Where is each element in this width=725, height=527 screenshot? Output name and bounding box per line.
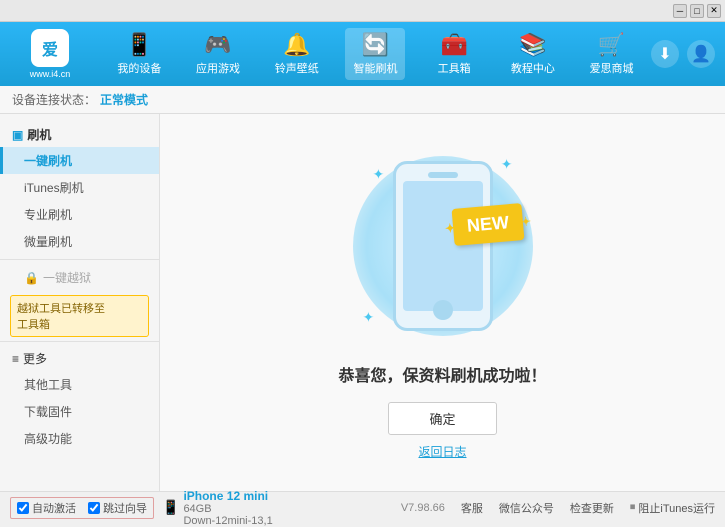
device-icon: 📱	[162, 499, 179, 516]
title-bar: ─ □ ✕	[0, 0, 725, 22]
tutorials-icon: 📚	[519, 32, 546, 58]
sparkle-1: ✦	[373, 166, 385, 183]
nav-smart-flash-label: 智能刷机	[353, 60, 397, 76]
nav-smart-flash[interactable]: 🔄 智能刷机	[345, 28, 405, 80]
header-right: ⬇ 👤	[651, 40, 715, 68]
sidebar-section-more: ≡ 更多	[0, 346, 159, 371]
success-illustration: NEW ✦ ✦ ✦	[343, 146, 543, 346]
smart-flash-icon: 🔄	[362, 32, 389, 58]
nav-toolbox-label: 工具箱	[438, 60, 471, 76]
wechat-link[interactable]: 微信公众号	[499, 500, 554, 516]
ringtones-icon: 🔔	[283, 32, 310, 58]
sidebar-item-pro-flash[interactable]: 专业刷机	[0, 201, 159, 228]
bottom-bar: 自动激活 跳过向导 📱 iPhone 12 mini 64GB Down-12m…	[0, 491, 725, 523]
nav-apps-games-label: 应用游戏	[196, 60, 240, 76]
skip-wizard-label: 跳过向导	[103, 500, 147, 516]
apps-games-icon: 🎮	[204, 32, 231, 58]
main-content: NEW ✦ ✦ ✦ 恭喜您，保资料刷机成功啦！ 确定 返回日志	[160, 114, 725, 491]
sidebar-item-micro-flash[interactable]: 微量刷机	[0, 228, 159, 255]
nav-shop-label: 爱思商城	[590, 60, 634, 76]
auto-connect-input[interactable]	[17, 502, 29, 514]
logo-icon: 爱	[31, 29, 69, 67]
download-button[interactable]: ⬇	[651, 40, 679, 68]
stop-icon: ⏹	[630, 501, 636, 514]
flash-section-title: 刷机	[27, 126, 51, 143]
user-button[interactable]: 👤	[687, 40, 715, 68]
nav-shop[interactable]: 🛒 爱思商城	[582, 28, 642, 80]
close-button[interactable]: ✕	[707, 4, 721, 18]
nav-my-device-label: 我的设备	[117, 60, 161, 76]
phone-screen	[403, 181, 483, 311]
new-badge: NEW	[451, 203, 524, 246]
flash-section-icon: ▣	[12, 128, 23, 142]
skip-wizard-checkbox[interactable]: 跳过向导	[88, 500, 147, 516]
device-details: iPhone 12 mini 64GB Down-12mini-13,1	[183, 489, 272, 527]
device-firmware: Down-12mini-13,1	[183, 515, 272, 527]
nav-bar: 📱 我的设备 🎮 应用游戏 🔔 铃声壁纸 🔄 智能刷机 🧰 工具箱 📚 教程中心…	[100, 28, 651, 80]
sidebar-divider-1	[0, 259, 159, 260]
confirm-button[interactable]: 确定	[388, 402, 496, 435]
sidebar-item-advanced[interactable]: 高级功能	[0, 425, 159, 452]
sidebar-divider-2	[0, 341, 159, 342]
success-message: 恭喜您，保资料刷机成功啦！	[338, 362, 546, 386]
shop-icon: 🛒	[598, 32, 625, 58]
stop-itunes-button[interactable]: ⏹ 阻止iTunes运行	[630, 500, 715, 516]
maximize-button[interactable]: □	[690, 4, 704, 18]
bottom-right: V7.98.66 客服 微信公众号 检查更新 ⏹ 阻止iTunes运行	[401, 500, 715, 516]
nav-ringtones-label: 铃声壁纸	[275, 60, 319, 76]
nav-tutorials-label: 教程中心	[511, 60, 555, 76]
nav-ringtones[interactable]: 🔔 铃声壁纸	[267, 28, 327, 80]
customer-service-link[interactable]: 客服	[461, 500, 483, 516]
bottom-left: 自动激活 跳过向导 📱 iPhone 12 mini 64GB Down-12m…	[10, 489, 273, 527]
check-update-link[interactable]: 检查更新	[570, 500, 614, 516]
sidebar-item-itunes-flash[interactable]: iTunes刷机	[0, 174, 159, 201]
logo[interactable]: 爱 www.i4.cn	[10, 29, 90, 79]
sidebar: ▣ 刷机 一键刷机 iTunes刷机 专业刷机 微量刷机 🔒 一键越狱 越狱工具…	[0, 114, 160, 491]
main-area: ▣ 刷机 一键刷机 iTunes刷机 专业刷机 微量刷机 🔒 一键越狱 越狱工具…	[0, 114, 725, 491]
return-link[interactable]: 返回日志	[418, 443, 466, 460]
checkbox-group: 自动激活 跳过向导	[10, 497, 154, 519]
nav-apps-games[interactable]: 🎮 应用游戏	[188, 28, 248, 80]
device-storage: 64GB	[183, 503, 272, 515]
skip-wizard-input[interactable]	[88, 502, 100, 514]
logo-url: www.i4.cn	[30, 69, 71, 79]
nav-toolbox[interactable]: 🧰 工具箱	[424, 28, 484, 80]
device-name: iPhone 12 mini	[183, 489, 272, 503]
sidebar-item-one-click-flash[interactable]: 一键刷机	[0, 147, 159, 174]
sidebar-section-jailbreak: 🔒 一键越狱	[0, 264, 159, 291]
my-device-icon: 📱	[126, 32, 153, 58]
device-info: 📱 iPhone 12 mini 64GB Down-12mini-13,1	[162, 489, 273, 527]
status-bar: 设备连接状态： 正常模式	[0, 86, 725, 114]
status-label: 设备连接状态：	[12, 91, 96, 108]
header: 爱 www.i4.cn 📱 我的设备 🎮 应用游戏 🔔 铃声壁纸 🔄 智能刷机 …	[0, 22, 725, 86]
sidebar-item-download-fw[interactable]: 下载固件	[0, 398, 159, 425]
sidebar-jailbreak-note: 越狱工具已转移至工具箱	[10, 295, 149, 337]
more-section-icon: ≡	[12, 352, 19, 366]
minimize-button[interactable]: ─	[673, 4, 687, 18]
auto-connect-checkbox[interactable]: 自动激活	[17, 500, 76, 516]
nav-tutorials[interactable]: 📚 教程中心	[503, 28, 563, 80]
sidebar-item-other-tools[interactable]: 其他工具	[0, 371, 159, 398]
phone-shape	[393, 161, 493, 331]
sidebar-section-flash: ▣ 刷机	[0, 122, 159, 147]
stop-itunes-label: 阻止iTunes运行	[638, 500, 715, 516]
sparkle-3: ✦	[363, 309, 375, 326]
version-label: V7.98.66	[401, 502, 445, 514]
lock-icon: 🔒	[24, 271, 39, 285]
auto-connect-label: 自动激活	[32, 500, 76, 516]
status-value: 正常模式	[100, 91, 148, 108]
toolbox-icon: 🧰	[440, 32, 467, 58]
nav-my-device[interactable]: 📱 我的设备	[109, 28, 169, 80]
sparkle-2: ✦	[501, 156, 513, 173]
